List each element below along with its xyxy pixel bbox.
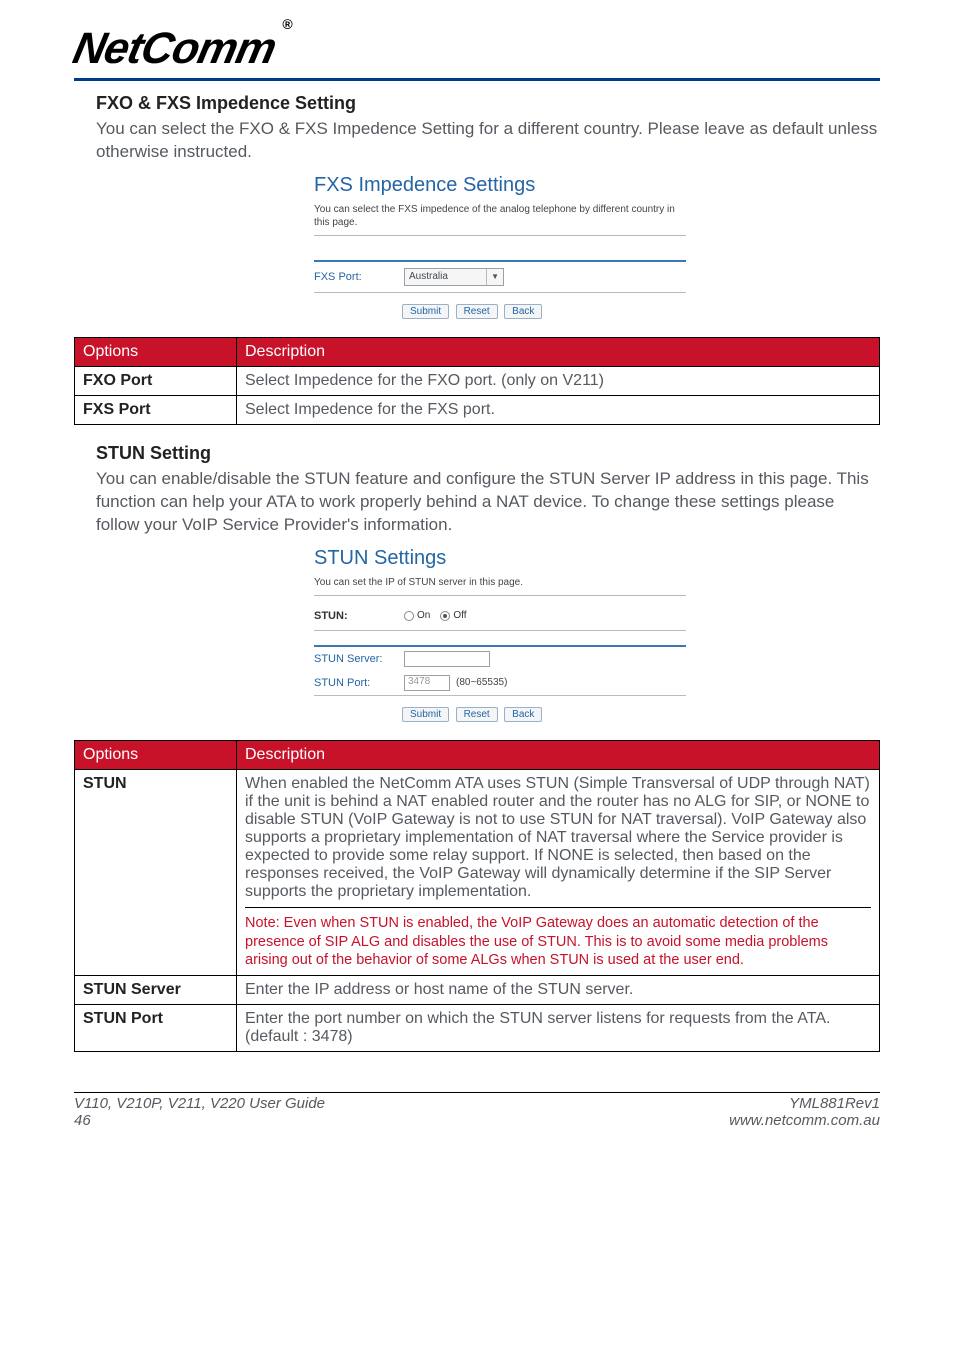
footer-rule bbox=[74, 1092, 880, 1093]
fxs-shot-desc: You can select the FXS impedence of the … bbox=[314, 203, 686, 229]
submit-button[interactable]: Submit bbox=[402, 304, 449, 319]
table-row: FXS Port Select Impedence for the FXS po… bbox=[75, 395, 880, 424]
fxs-port-select[interactable]: Australia ▼ bbox=[404, 268, 504, 286]
col-options: Options bbox=[75, 740, 237, 769]
brand-logo: NetComm® bbox=[74, 24, 880, 74]
col-options: Options bbox=[75, 337, 237, 366]
chevron-down-icon: ▼ bbox=[486, 269, 499, 285]
stun-on-label: On bbox=[417, 610, 430, 621]
table-row: STUN Port Enter the port number on which… bbox=[75, 1005, 880, 1052]
fxs-port-label: FXS Port: bbox=[314, 271, 404, 283]
stun-enable-label: STUN: bbox=[314, 610, 404, 622]
fxs-port-value: Australia bbox=[409, 271, 448, 282]
stun-note: Note: Even when STUN is enabled, the VoI… bbox=[245, 907, 871, 971]
page-footer: V110, V210P, V211, V220 User Guide 46 YM… bbox=[74, 1095, 880, 1129]
fxs-shot-title: FXS Impedence Settings bbox=[314, 174, 686, 197]
col-description: Description bbox=[237, 337, 880, 366]
fxo-fxs-heading: FXO & FXS Impedence Setting bbox=[96, 93, 880, 114]
stun-body: You can enable/disable the STUN feature … bbox=[96, 468, 880, 537]
stun-desc: When enabled the NetComm ATA uses STUN (… bbox=[245, 775, 871, 901]
footer-guide: V110, V210P, V211, V220 User Guide bbox=[74, 1095, 325, 1112]
divider bbox=[314, 235, 686, 236]
fxo-fxs-body: You can select the FXO & FXS Impedence S… bbox=[96, 118, 880, 164]
stun-server-label: STUN Server: bbox=[314, 653, 404, 665]
reset-button[interactable]: Reset bbox=[456, 707, 498, 722]
fxs-impedence-screenshot: FXS Impedence Settings You can select th… bbox=[314, 174, 686, 319]
stun-port-range: (80~65535) bbox=[456, 677, 507, 688]
stun-off-label: Off bbox=[453, 610, 466, 621]
table-row: FXO Port Select Impedence for the FXO po… bbox=[75, 366, 880, 395]
stun-port-input[interactable]: 3478 bbox=[404, 675, 450, 691]
back-button[interactable]: Back bbox=[504, 304, 542, 319]
reset-button[interactable]: Reset bbox=[456, 304, 498, 319]
table-row: STUN Server Enter the IP address or host… bbox=[75, 976, 880, 1005]
submit-button[interactable]: Submit bbox=[402, 707, 449, 722]
stun-port-label: STUN Port: bbox=[314, 677, 404, 689]
stun-shot-title: STUN Settings bbox=[314, 547, 686, 570]
footer-page: 46 bbox=[74, 1112, 325, 1129]
col-description: Description bbox=[237, 740, 880, 769]
fxo-fxs-options-table: Options Description FXO Port Select Impe… bbox=[74, 337, 880, 425]
stun-off-radio[interactable] bbox=[440, 611, 450, 621]
stun-server-input[interactable] bbox=[404, 651, 490, 667]
stun-settings-screenshot: STUN Settings You can set the IP of STUN… bbox=[314, 547, 686, 722]
header-rule bbox=[74, 78, 880, 81]
stun-shot-desc: You can set the IP of STUN server in thi… bbox=[314, 576, 686, 589]
stun-on-radio[interactable] bbox=[404, 611, 414, 621]
stun-heading: STUN Setting bbox=[96, 443, 880, 464]
footer-docid: YML881Rev1 bbox=[729, 1095, 880, 1112]
stun-options-table: Options Description STUN When enabled th… bbox=[74, 740, 880, 1053]
back-button[interactable]: Back bbox=[504, 707, 542, 722]
table-row: STUN When enabled the NetComm ATA uses S… bbox=[75, 769, 880, 976]
footer-url: www.netcomm.com.au bbox=[729, 1112, 880, 1129]
divider bbox=[314, 595, 686, 596]
fxs-port-row: FXS Port: Australia ▼ bbox=[314, 260, 686, 293]
